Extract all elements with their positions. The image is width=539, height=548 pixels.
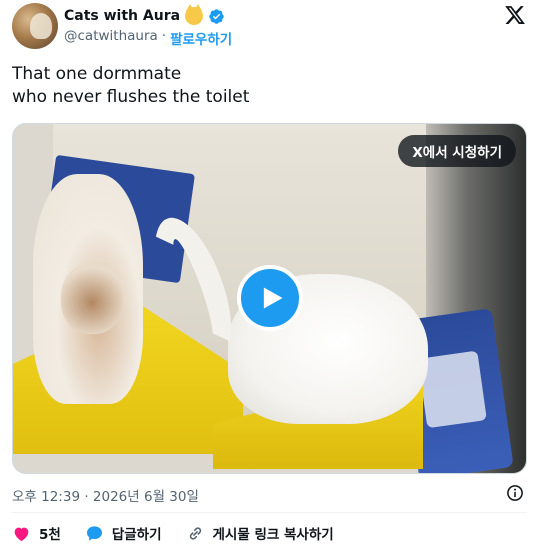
action-bar: 5천 답글하기 게시물 링크 복사하기 <box>12 523 358 543</box>
link-icon <box>189 526 201 540</box>
copy-link-button[interactable]: 게시물 링크 복사하기 <box>186 523 334 543</box>
info-icon[interactable] <box>506 484 524 502</box>
x-logo-icon[interactable] <box>504 4 526 26</box>
heart-icon <box>14 527 29 541</box>
verified-badge-icon <box>209 8 224 24</box>
divider <box>12 512 527 513</box>
like-button[interactable]: 5천 <box>12 523 61 543</box>
author-name[interactable]: Cats with Aura <box>64 8 180 24</box>
post-timestamp[interactable]: 오후 12:39 · 2026년 6월 30일 <box>12 485 199 505</box>
author-handle[interactable]: @catwithaura <box>64 28 158 48</box>
follow-button[interactable]: 팔로우하기 <box>170 28 232 48</box>
tweet-line-1: That one dormmate <box>12 64 182 84</box>
watch-on-x-button[interactable]: X에서 시청하기 <box>398 135 516 167</box>
avatar[interactable] <box>12 3 58 49</box>
play-button[interactable] <box>237 265 303 331</box>
cat-face-emoji-icon <box>185 4 204 25</box>
author-info: Cats with Aura <box>64 4 225 25</box>
chat-bubble-icon <box>86 525 102 541</box>
separator-dot: · <box>161 28 167 44</box>
play-icon <box>263 287 283 309</box>
video-player[interactable]: X에서 시청하기 <box>12 123 527 474</box>
handle-row: @catwithaura · 팔로우하기 <box>64 28 232 48</box>
reply-button[interactable]: 답글하기 <box>85 523 162 543</box>
tweet-text: That one dormmate who never flushes the … <box>12 63 512 109</box>
video-cat-left-face <box>61 264 123 334</box>
reply-label: 답글하기 <box>111 527 162 543</box>
copy-link-label: 게시물 링크 복사하기 <box>212 527 334 543</box>
tweet-line-2: who never flushes the toilet <box>12 87 250 107</box>
like-count: 5천 <box>39 527 61 543</box>
